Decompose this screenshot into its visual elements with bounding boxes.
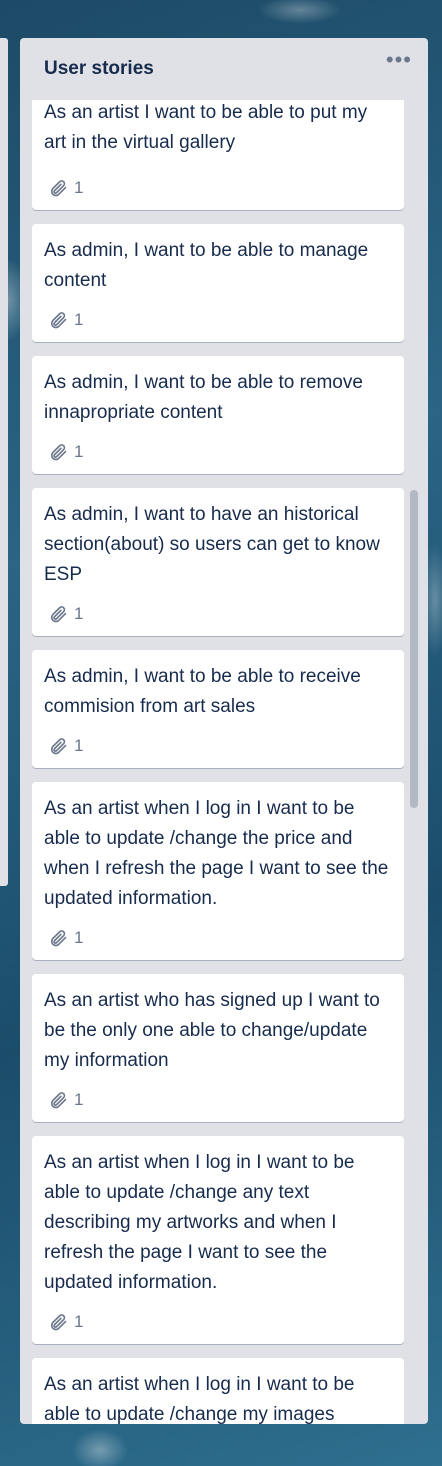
card-title: As an artist when I log in I want to be … <box>44 798 389 909</box>
paperclip-icon <box>50 444 67 461</box>
adjacent-list-edge <box>0 38 8 886</box>
attachment-badge: 1 <box>48 604 83 624</box>
attachment-count: 1 <box>74 928 84 947</box>
attachment-badge: 1 <box>48 736 83 756</box>
story-card[interactable]: As admin, I want to be able to receive c… <box>32 650 404 768</box>
paperclip-icon <box>50 180 67 197</box>
paperclip-icon <box>50 606 67 623</box>
attachment-badge: 1 <box>48 442 83 462</box>
paperclip-icon <box>50 930 67 947</box>
attachment-badge: 1 <box>48 1312 83 1332</box>
story-card[interactable]: As admin, I want to be able to remove in… <box>32 356 404 474</box>
attachment-count: 1 <box>74 178 84 197</box>
list-scrollbar[interactable] <box>410 490 418 808</box>
attachment-count: 1 <box>74 1312 84 1331</box>
attachment-badge: 1 <box>48 928 83 948</box>
cards-container: As an artist I want to be able to put my… <box>20 100 428 1424</box>
card-title: As admin, I want to be able to receive c… <box>44 666 361 717</box>
story-card[interactable]: As an artist when I log in I want to be … <box>32 1136 404 1344</box>
attachment-badge: 1 <box>48 1090 83 1110</box>
card-title: As an artist when I log in I want to be … <box>44 1152 355 1293</box>
card-title: As admin, I want to be able to manage co… <box>44 240 369 291</box>
paperclip-icon <box>50 1092 67 1109</box>
story-card[interactable]: As admin, I want to be able to manage co… <box>32 224 404 342</box>
story-card[interactable]: As an artist who has signed up I want to… <box>32 974 404 1122</box>
paperclip-icon <box>50 312 67 329</box>
card-title: As an artist when I log in I want to be … <box>44 1374 355 1424</box>
story-card[interactable]: As an artist I want to be able to put my… <box>32 100 404 210</box>
attachment-count: 1 <box>74 442 84 461</box>
card-title: As admin, I want to be able to remove in… <box>44 372 363 423</box>
paperclip-icon <box>50 1314 67 1331</box>
list-menu-button[interactable]: ••• <box>386 49 412 71</box>
attachment-count: 1 <box>74 1090 84 1109</box>
attachment-badge: 1 <box>48 178 83 198</box>
paperclip-icon <box>50 738 67 755</box>
attachment-badge: 1 <box>48 310 83 330</box>
list-header: User stories ••• <box>20 38 428 100</box>
attachment-count: 1 <box>74 604 84 623</box>
story-card[interactable]: As an artist when I log in I want to be … <box>32 782 404 960</box>
card-title: As an artist I want to be able to put my… <box>44 102 368 153</box>
attachment-count: 1 <box>74 736 84 755</box>
story-card[interactable]: As an artist when I log in I want to be … <box>32 1358 404 1424</box>
card-title: As an artist who has signed up I want to… <box>44 990 380 1071</box>
user-stories-list: User stories ••• As an artist I want to … <box>20 38 428 1424</box>
list-title[interactable]: User stories <box>44 58 154 80</box>
attachment-count: 1 <box>74 310 84 329</box>
story-card[interactable]: As admin, I want to have an historical s… <box>32 488 404 636</box>
card-title: As admin, I want to have an historical s… <box>44 504 380 585</box>
